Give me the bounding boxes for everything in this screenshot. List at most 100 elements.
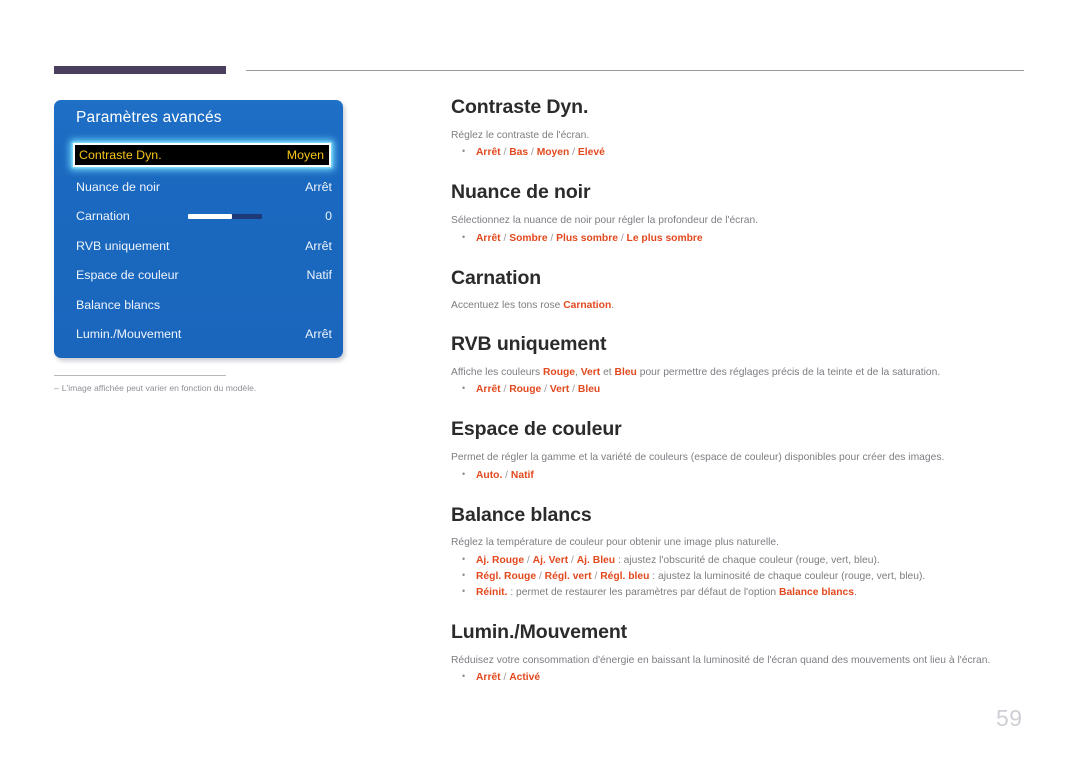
section-heading: Nuance de noir	[451, 181, 591, 204]
page-number: 59	[996, 705, 1023, 731]
option-highlight: Balance blancs	[779, 587, 854, 599]
option-line: Réinit. : permet de restaurer les paramè…	[451, 585, 1026, 601]
osd-panel-title: Paramètres avancés	[76, 109, 222, 126]
section-description: Réglez le contraste de l'écran.	[451, 129, 590, 141]
option-value: Aj. Rouge	[476, 555, 525, 567]
osd-menu-item-nuance-de-noir[interactable]: Nuance de noir Arrêt	[54, 174, 343, 200]
option-value: Régl. Rouge	[476, 571, 537, 583]
osd-item-label: Balance blancs	[76, 298, 161, 312]
osd-item-label: Carnation	[76, 209, 130, 223]
section-rvb-uniquement: RVB uniquement Affiche les couleurs Roug…	[451, 335, 1026, 398]
section-carnation: Carnation Accentuez les tons rose Carnat…	[451, 266, 1026, 313]
osd-item-label: Lumin./Mouvement	[76, 327, 182, 341]
footnote-body: L'image affichée peut varier en fonction…	[61, 383, 257, 393]
option-line: Régl. Rouge / Régl. vert / Régl. bleu : …	[451, 569, 1026, 585]
desc-text: et	[600, 366, 615, 378]
osd-menu-item-carnation[interactable]: Carnation 0	[54, 203, 343, 229]
header-accent-bar	[54, 66, 226, 74]
option-list: Aj. Rouge / Aj. Vert / Aj. Bleu : ajuste…	[451, 553, 1026, 601]
footnote-text: ‒ L'image affichée peut varier en fonctio…	[54, 383, 384, 393]
option-value: Natif	[510, 469, 534, 481]
option-line: Arrêt / Rouge / Vert / Bleu	[451, 382, 1026, 398]
footnote-dash: ‒	[54, 383, 59, 393]
option-description: : ajustez l'obscurité de chaque couleur …	[615, 555, 880, 567]
desc-highlight: Bleu	[614, 366, 637, 378]
option-value: Plus sombre	[556, 232, 618, 244]
carnation-slider[interactable]	[188, 214, 262, 219]
option-value: Vert	[549, 384, 570, 396]
option-value: Le plus sombre	[626, 232, 703, 244]
section-description: Accentuez les tons rose Carnation.	[451, 299, 1026, 313]
option-value: Arrêt	[476, 232, 501, 244]
section-balance-blancs: Balance blancs Réglez la température de …	[451, 503, 1026, 601]
option-value: Aj. Vert	[532, 555, 569, 567]
section-description: Affiche les couleurs Rouge, Vert et Bleu…	[451, 366, 1026, 380]
option-value: Aj. Bleu	[576, 555, 616, 567]
desc-text: Accentuez les tons rose	[451, 300, 564, 312]
desc-text: Affiche les couleurs	[451, 366, 543, 378]
osd-item-value: 0	[325, 209, 332, 223]
section-description: Permet de régler la gamme et la variété …	[451, 451, 945, 463]
osd-item-label: Contraste Dyn.	[79, 148, 162, 162]
option-value: Arrêt	[476, 147, 501, 159]
section-contraste-dyn: Contraste Dyn. Réglez le contraste de l'…	[451, 96, 1026, 161]
option-line: Arrêt / Bas / Moyen / Elevé	[451, 145, 1026, 161]
osd-menu-panel: Paramètres avancés Contraste Dyn. Moyen …	[54, 100, 343, 358]
option-value: Elevé	[577, 147, 605, 159]
option-value: Bleu	[577, 384, 601, 396]
option-description: : ajustez la luminosité de chaque couleu…	[649, 571, 926, 583]
desc-text: pour permettre des réglages précis de la…	[636, 366, 941, 378]
option-value: Arrêt	[476, 672, 501, 684]
osd-item-value: Arrêt	[305, 239, 332, 253]
desc-highlight: Carnation	[563, 300, 612, 312]
option-value: Auto.	[476, 469, 503, 481]
section-heading: Carnation	[451, 266, 542, 289]
osd-menu-item-rvb-uniquement[interactable]: RVB uniquement Arrêt	[54, 233, 343, 259]
option-description: .	[854, 587, 857, 599]
option-list: Arrêt / Activé	[451, 670, 1026, 686]
option-value: Sombre	[509, 232, 548, 244]
osd-item-value: Natif	[306, 268, 332, 282]
osd-item-value: Moyen	[286, 148, 324, 162]
option-value: Moyen	[536, 147, 570, 159]
option-list: Arrêt / Rouge / Vert / Bleu	[451, 382, 1026, 398]
section-heading: Espace de couleur	[451, 418, 622, 441]
section-description: Réglez la température de couleur pour ob…	[451, 537, 779, 549]
option-line: Arrêt / Activé	[451, 670, 1026, 686]
option-value: Régl. vert	[544, 571, 592, 583]
option-value: Activé	[509, 672, 541, 684]
section-heading: Lumin./Mouvement	[451, 621, 628, 644]
option-value: Réinit.	[476, 587, 508, 599]
option-description: : permet de restaurer les paramètres par…	[507, 587, 780, 599]
content-column: Contraste Dyn. Réglez le contraste de l'…	[451, 96, 1026, 686]
option-line: Arrêt / Sombre / Plus sombre / Le plus s…	[451, 231, 1026, 247]
option-line: Aj. Rouge / Aj. Vert / Aj. Bleu : ajuste…	[451, 553, 1026, 569]
desc-text: .	[611, 300, 615, 312]
section-espace-de-couleur: Espace de couleur Permet de régler la ga…	[451, 420, 1026, 483]
section-description: Réduisez votre consommation d'énergie en…	[451, 654, 991, 666]
osd-item-value: Arrêt	[305, 327, 332, 341]
option-line: Auto. / Natif	[451, 468, 1026, 484]
desc-highlight: Vert	[580, 366, 601, 378]
section-heading: RVB uniquement	[451, 333, 607, 356]
option-value: Arrêt	[476, 384, 501, 396]
option-value: Régl. bleu	[600, 571, 650, 583]
osd-item-label: RVB uniquement	[76, 239, 170, 253]
option-list: Auto. / Natif	[451, 468, 1026, 484]
option-value: Rouge	[509, 384, 542, 396]
option-list: Arrêt / Bas / Moyen / Elevé	[451, 145, 1026, 161]
section-description: Sélectionnez la nuance de noir pour régl…	[451, 214, 759, 226]
section-nuance-de-noir: Nuance de noir Sélectionnez la nuance de…	[451, 183, 1026, 246]
section-heading: Balance blancs	[451, 503, 592, 526]
section-lumin-mouvement: Lumin./Mouvement Réduisez votre consomma…	[451, 623, 1026, 686]
header-divider-line	[246, 70, 1024, 71]
option-list: Arrêt / Sombre / Plus sombre / Le plus s…	[451, 231, 1026, 247]
osd-item-value: Arrêt	[305, 180, 332, 194]
carnation-slider-fill	[188, 214, 233, 219]
osd-menu-item-espace-de-couleur[interactable]: Espace de couleur Natif	[54, 262, 343, 288]
osd-menu-item-lumin-mouvement[interactable]: Lumin./Mouvement Arrêt	[54, 321, 343, 347]
section-heading: Contraste Dyn.	[451, 96, 589, 118]
osd-menu-item-contraste-dyn[interactable]: Contraste Dyn. Moyen	[73, 143, 331, 167]
osd-menu-item-balance-blancs[interactable]: Balance blancs	[54, 292, 343, 318]
osd-item-label: Nuance de noir	[76, 180, 161, 194]
